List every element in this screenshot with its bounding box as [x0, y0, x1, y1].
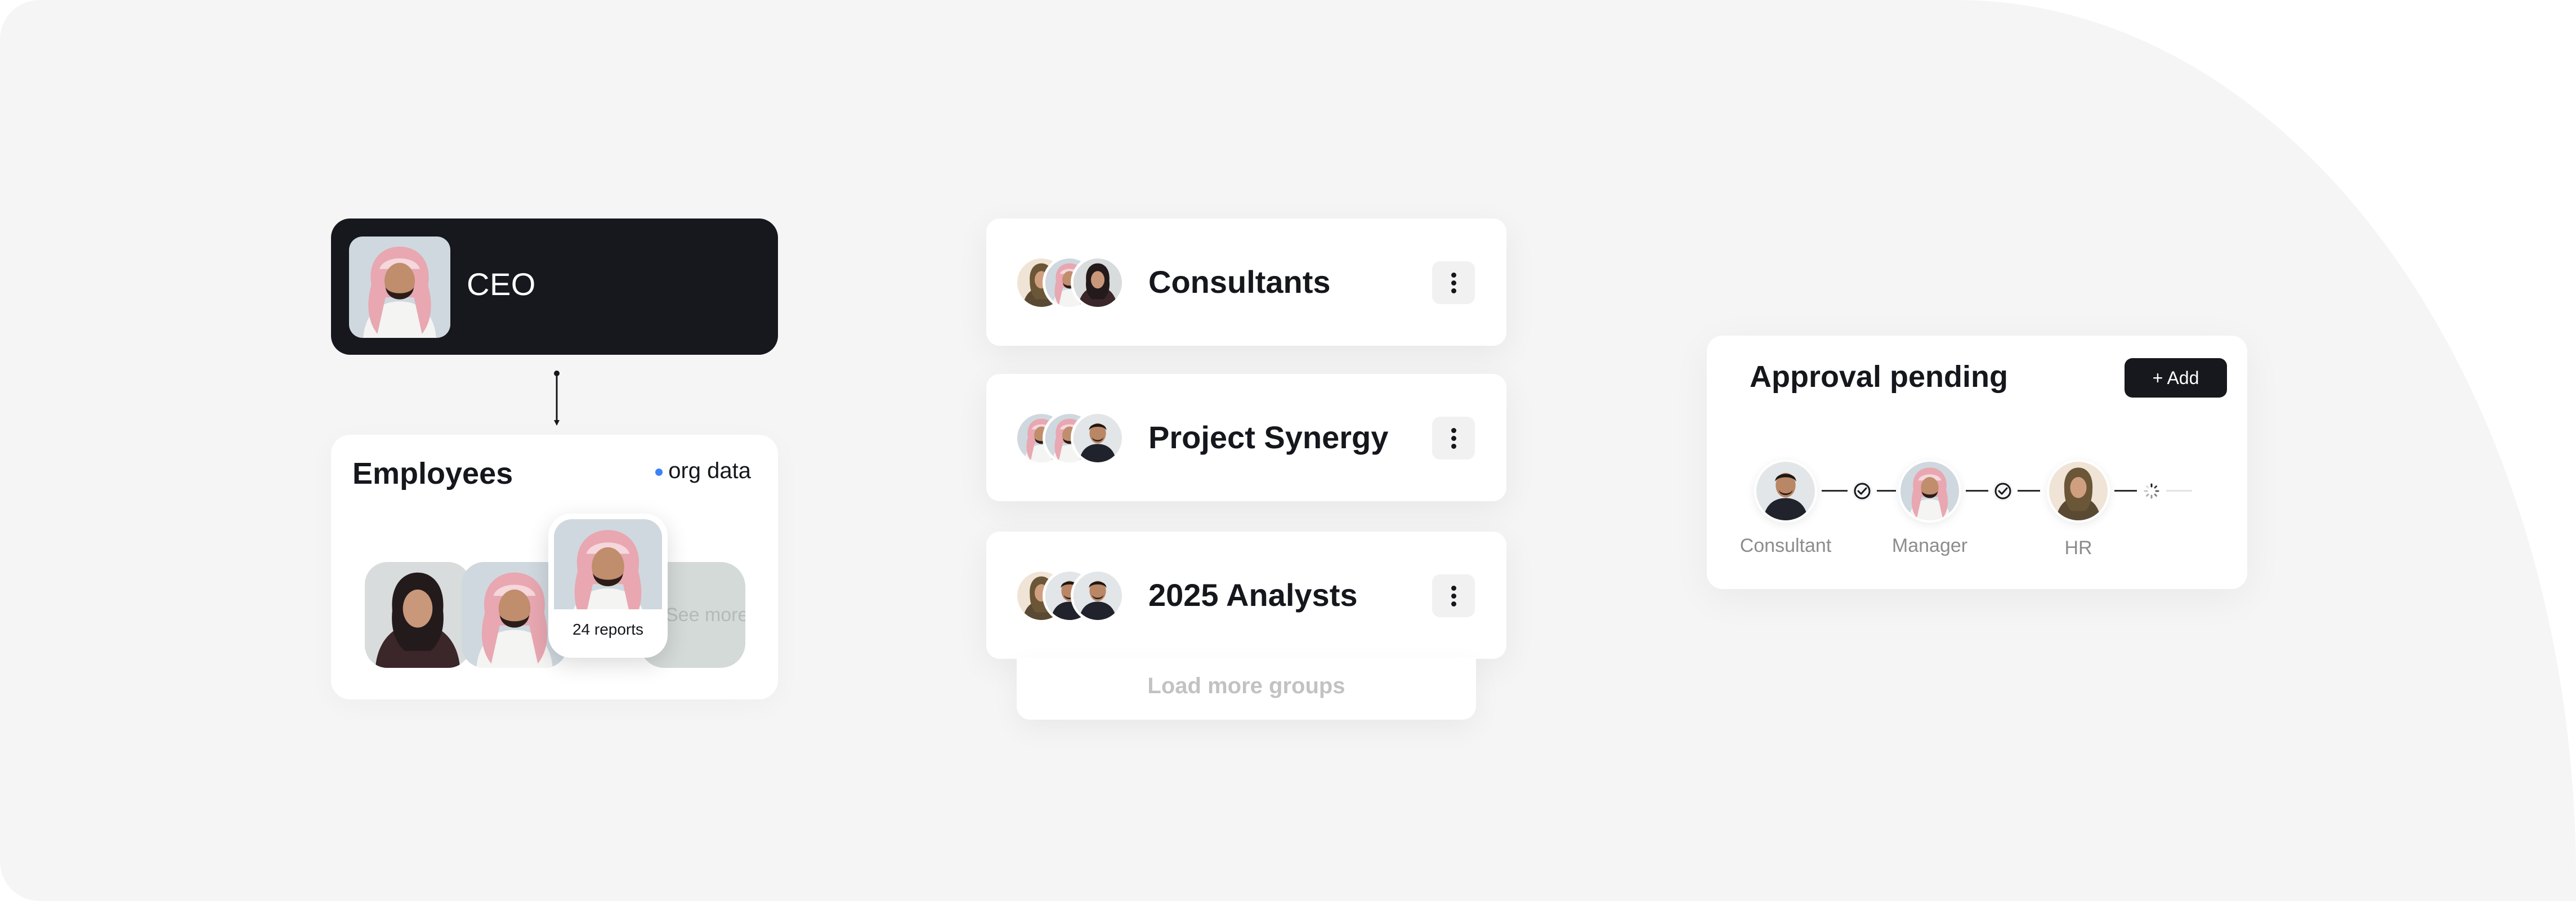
- group-avatar-stack: [1014, 569, 1138, 625]
- manager-avatar[interactable]: [1898, 460, 1961, 523]
- manager-avatar: [554, 519, 662, 609]
- ceo-title: CEO: [467, 266, 536, 302]
- member-avatar: [1071, 569, 1125, 623]
- connector-arrow-icon: [554, 371, 560, 426]
- org-data-label: org data: [668, 458, 751, 483]
- step-label: Consultant: [1739, 535, 1832, 556]
- load-more-label: Load more groups: [1147, 673, 1345, 698]
- hr-avatar[interactable]: [2047, 460, 2110, 523]
- canvas-background: CEO Employees org data See more 24 repor…: [0, 0, 2576, 901]
- group-card-project-synergy[interactable]: Project Synergy: [986, 374, 1506, 501]
- ceo-card[interactable]: CEO: [331, 218, 778, 355]
- add-button[interactable]: + Add: [2125, 358, 2227, 398]
- more-vertical-icon[interactable]: [1432, 261, 1475, 304]
- employees-title: Employees: [352, 457, 513, 490]
- group-name: 2025 Analysts: [1148, 577, 1358, 613]
- step-label: HR: [2064, 537, 2092, 559]
- step-connector: [2166, 490, 2192, 492]
- check-circle-icon: [1852, 481, 1872, 501]
- step-label: Manager: [1891, 535, 1968, 556]
- report-count: 24 reports: [572, 621, 644, 638]
- member-avatar: [1071, 256, 1125, 310]
- group-name: Project Synergy: [1148, 420, 1389, 455]
- org-data-link[interactable]: org data: [655, 458, 751, 484]
- employee-avatar[interactable]: [365, 562, 471, 668]
- group-avatar-stack: [1014, 256, 1138, 312]
- member-avatar: [1071, 411, 1125, 465]
- group-card-consultants[interactable]: Consultants: [986, 218, 1506, 346]
- step-connector: [1877, 490, 1896, 492]
- group-avatar-stack: [1014, 411, 1138, 467]
- group-name: Consultants: [1148, 264, 1331, 300]
- approval-card[interactable]: Approval pending + Add Consultant Manage…: [1707, 336, 2247, 589]
- more-vertical-icon[interactable]: [1432, 574, 1475, 617]
- more-vertical-icon[interactable]: [1432, 417, 1475, 460]
- ceo-avatar: [349, 237, 450, 338]
- status-dot-icon: [655, 468, 663, 476]
- step-connector: [1966, 490, 1988, 492]
- loading-spinner-icon: [2144, 483, 2159, 499]
- employees-card[interactable]: Employees org data See more 24 reports: [331, 435, 778, 699]
- step-connector: [2114, 490, 2137, 492]
- step-connector: [2018, 490, 2040, 492]
- check-circle-icon: [1993, 481, 2013, 501]
- approval-title: Approval pending: [1750, 360, 2008, 394]
- group-card-2025-analysts[interactable]: 2025 Analysts: [986, 532, 1506, 659]
- load-more-groups-button[interactable]: Load more groups: [1017, 658, 1476, 720]
- reports-card[interactable]: 24 reports: [548, 514, 668, 658]
- consultant-avatar[interactable]: [1754, 460, 1817, 523]
- step-connector: [1822, 490, 1848, 492]
